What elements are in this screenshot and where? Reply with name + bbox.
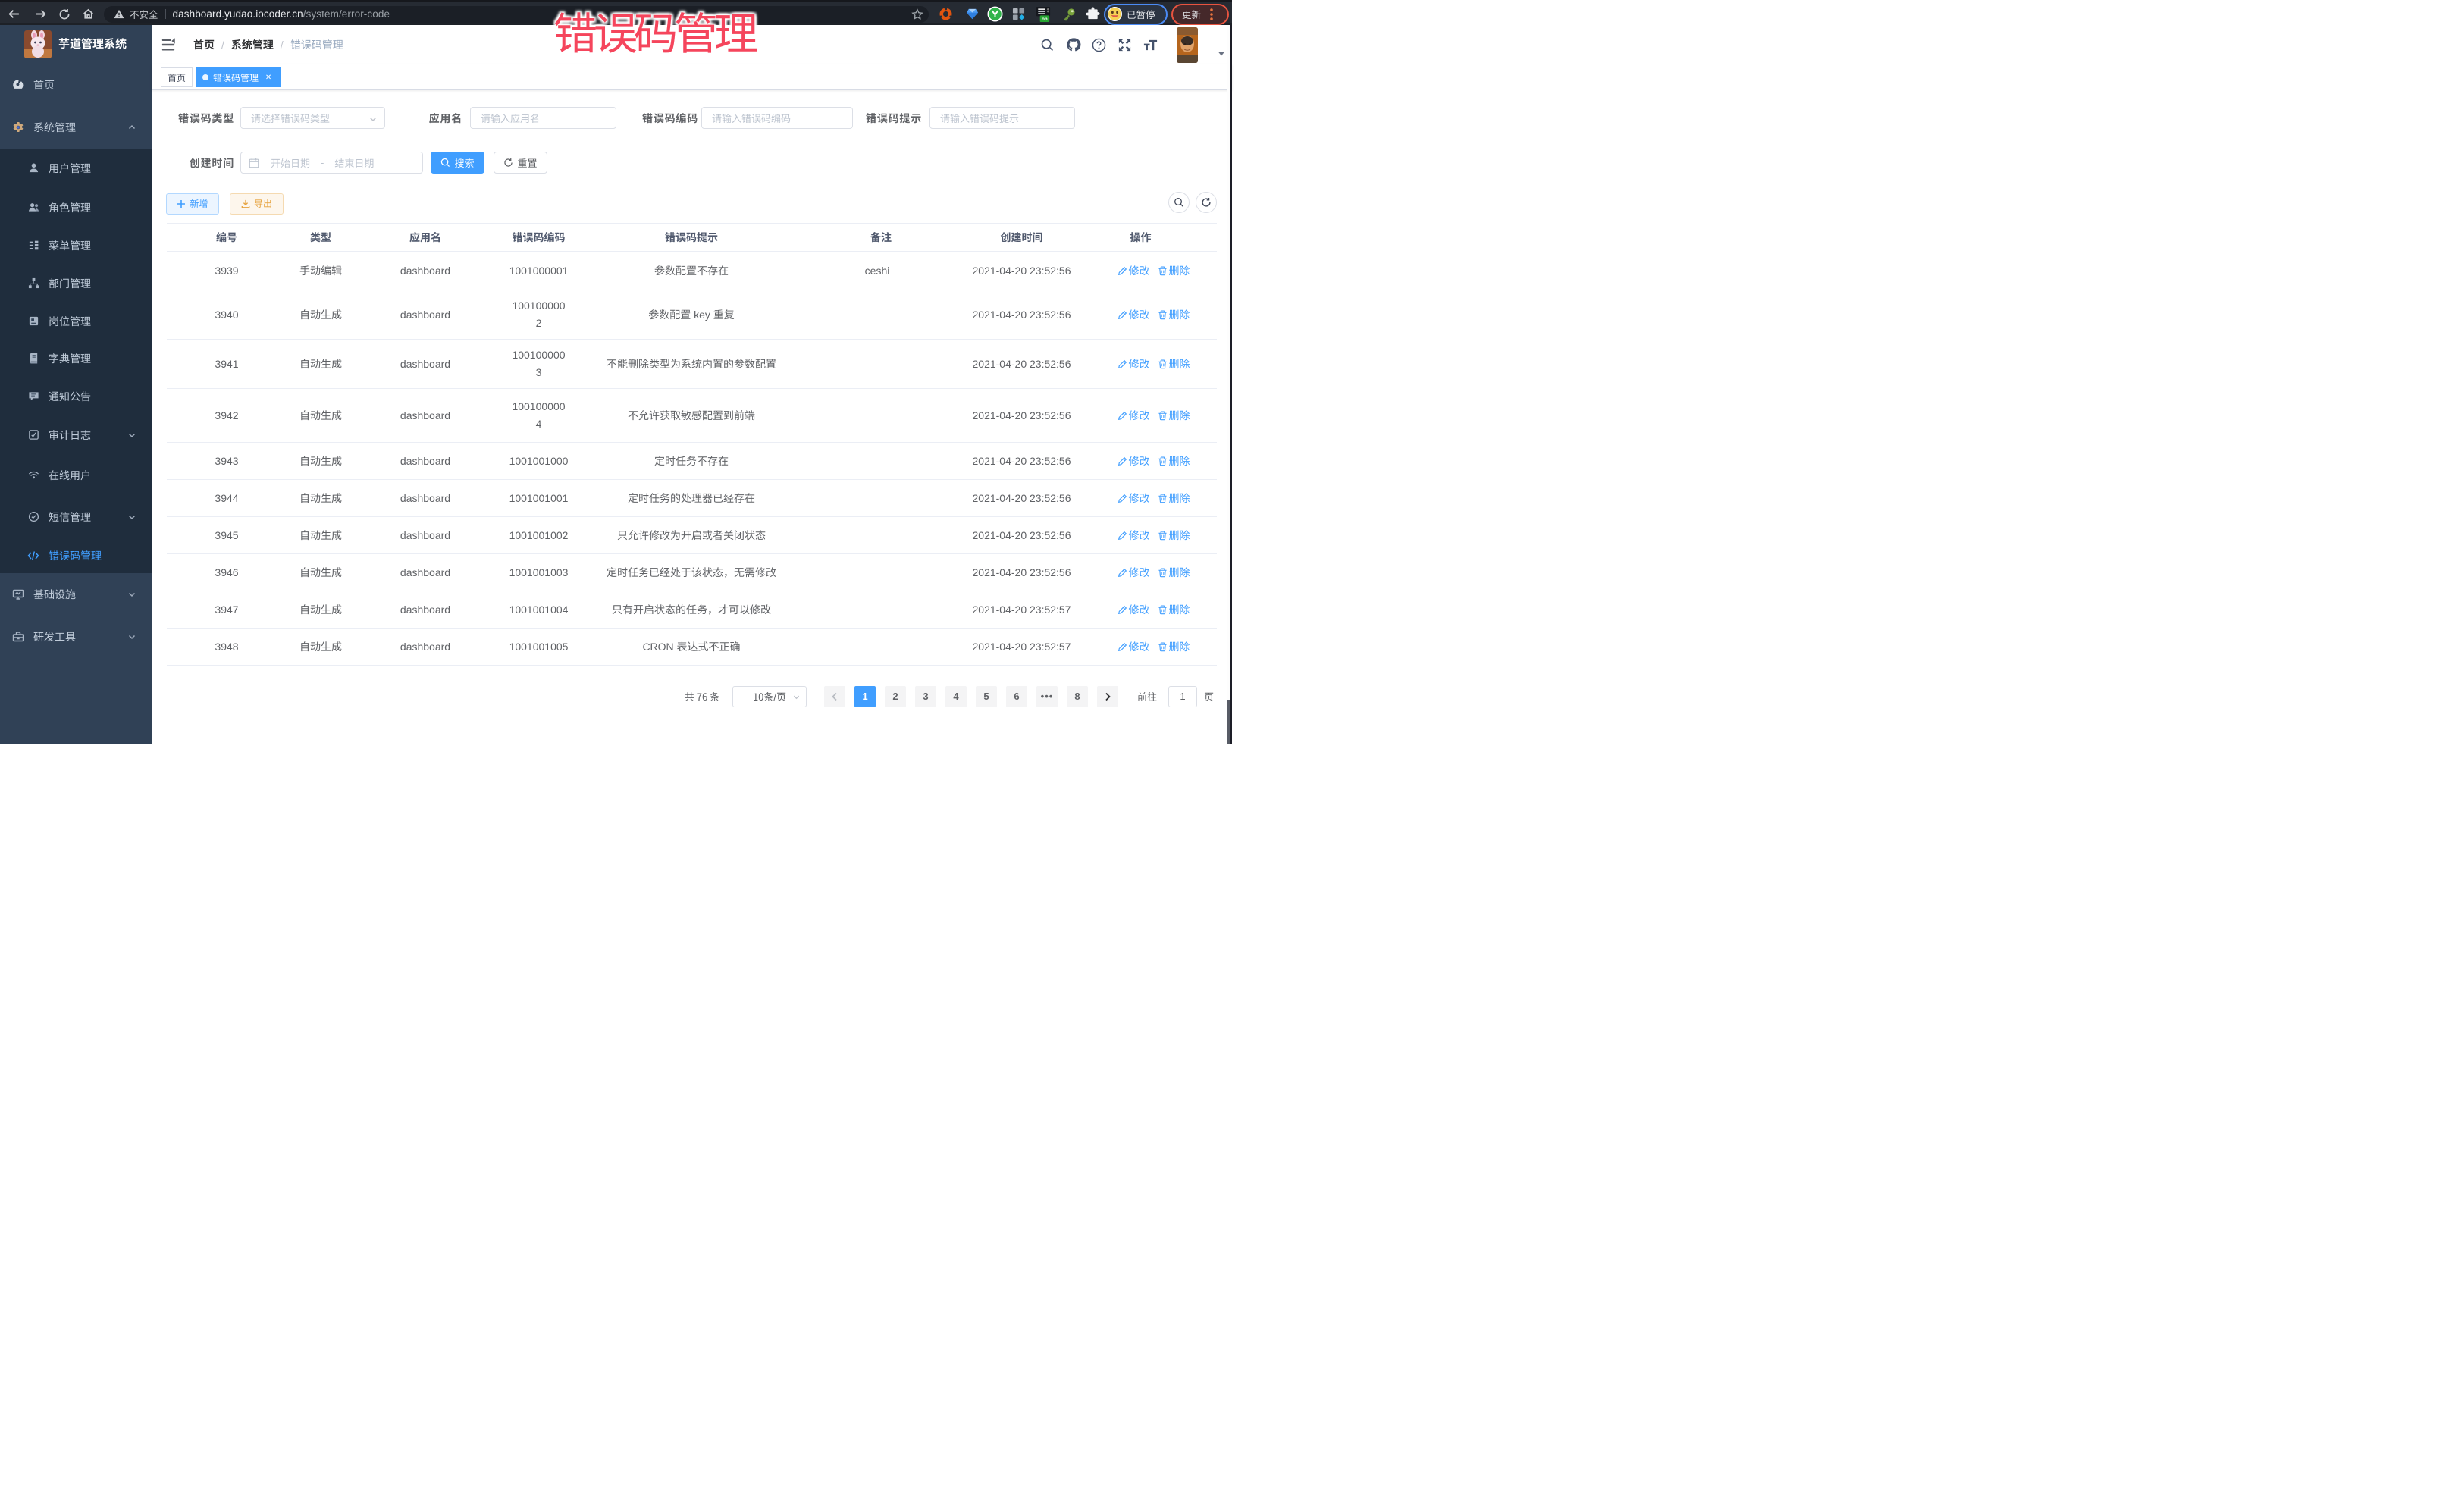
svg-text:on: on	[1042, 17, 1048, 22]
